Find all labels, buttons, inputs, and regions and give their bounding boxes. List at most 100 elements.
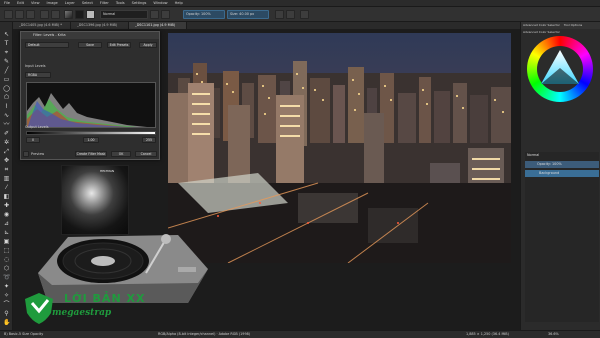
- status-image-size: 1,885 × 1,250 (36.4 MiB): [466, 332, 509, 336]
- assistant-tool-icon[interactable]: ⊿: [3, 220, 10, 227]
- levels-filter-dialog: Filter: Levels - Krita Default Save Edit…: [20, 31, 160, 160]
- undo-button[interactable]: [40, 10, 49, 19]
- layer-blend-mode[interactable]: Normal: [525, 152, 599, 159]
- move-tool-icon[interactable]: ✥: [3, 157, 10, 164]
- pan-tool-icon[interactable]: ✋: [3, 319, 10, 326]
- similar-select-icon[interactable]: ✧: [3, 292, 10, 299]
- measure-tool-icon[interactable]: ⊾: [3, 229, 10, 236]
- tab-advanced-color-selector[interactable]: Advanced Color Selector: [521, 22, 562, 29]
- toolbox: ↖ T ⌖ ✎ ╱ ▭ ◯ ⬠ ⌇ ∿ 〰 ✐ ✲ ⤢ ✥ ⌗ ▥ ⁄ ◧ ✚ …: [0, 22, 13, 330]
- ellipse-tool-icon[interactable]: ◯: [3, 85, 10, 92]
- rectangle-tool-icon[interactable]: ▭: [3, 76, 10, 83]
- freehand-select-icon[interactable]: ➰: [3, 274, 10, 281]
- open-document-button[interactable]: [15, 10, 24, 19]
- freehand-path-icon[interactable]: 〰: [3, 121, 10, 128]
- menu-filter[interactable]: Filter: [100, 1, 109, 5]
- input-gamma-field[interactable]: 1.00: [83, 137, 99, 143]
- color-wheel[interactable]: [527, 36, 593, 102]
- tab-document-2[interactable]: _DSC1396.jpg (4.9 MiB): [71, 22, 129, 29]
- menu-select[interactable]: Select: [82, 1, 93, 5]
- menu-window[interactable]: Window: [153, 1, 167, 5]
- smart-patch-icon[interactable]: ✚: [3, 202, 10, 209]
- status-brush-preset: B) Basic-5 Size Opacity: [4, 332, 44, 336]
- cancel-button[interactable]: Cancel: [135, 151, 157, 157]
- menu-layer[interactable]: Layer: [65, 1, 75, 5]
- zoom-tool-icon[interactable]: ⚲: [3, 310, 10, 317]
- menu-edit[interactable]: Edit: [17, 1, 24, 5]
- input-gradient: [26, 131, 156, 135]
- channel-select[interactable]: RGBA: [25, 72, 51, 78]
- canvas-image[interactable]: [168, 33, 511, 263]
- gradient-icon[interactable]: [64, 10, 73, 19]
- input-max-field[interactable]: 255: [142, 137, 156, 143]
- color-triangle[interactable]: [537, 46, 583, 92]
- new-document-button[interactable]: [4, 10, 13, 19]
- bezier-tool-icon[interactable]: ∿: [3, 112, 10, 119]
- dynamic-brush-icon[interactable]: ✐: [3, 130, 10, 137]
- input-min-field[interactable]: 0: [26, 137, 40, 143]
- opacity-slider[interactable]: Opacity: 100%: [183, 10, 225, 19]
- monitor-caption: HELTMAN: [100, 169, 115, 173]
- status-bar: B) Basic-5 Size Opacity RGB/Alpha (8-bit…: [0, 330, 600, 338]
- bezier-select-icon[interactable]: ⌒: [3, 301, 10, 308]
- output-levels-label: Output Levels: [25, 125, 49, 129]
- layer-row-background[interactable]: Background: [525, 170, 599, 177]
- color-sampler-icon[interactable]: ⁄: [3, 184, 10, 191]
- preserve-alpha-icon[interactable]: [161, 10, 170, 19]
- zoom-level[interactable]: 36.6%: [548, 331, 559, 338]
- menu-settings[interactable]: Settings: [132, 1, 147, 5]
- polyline-tool-icon[interactable]: ⌇: [3, 103, 10, 110]
- colorize-mask-icon[interactable]: ◧: [3, 193, 10, 200]
- eraser-mode-icon[interactable]: [150, 10, 159, 19]
- menu-tools[interactable]: Tools: [116, 1, 125, 5]
- polygon-select-icon[interactable]: ⬡: [3, 265, 10, 272]
- pattern-icon[interactable]: [75, 10, 84, 19]
- menu-file[interactable]: File: [4, 1, 10, 5]
- ok-button[interactable]: OK: [111, 151, 131, 157]
- text-tool-icon[interactable]: T: [3, 40, 10, 47]
- gradient-tool-icon[interactable]: ▥: [3, 175, 10, 182]
- preview-checkbox[interactable]: [23, 151, 29, 157]
- preset-select[interactable]: Default: [25, 42, 69, 48]
- layers-panel: Normal Opacity: 100% Background: [525, 152, 599, 322]
- crop-tool-icon[interactable]: ⌗: [3, 166, 10, 173]
- line-tool-icon[interactable]: ╱: [3, 67, 10, 74]
- save-button[interactable]: [26, 10, 35, 19]
- panel-title: Advanced Color Selector: [523, 30, 560, 34]
- wrap-around-icon[interactable]: [300, 10, 309, 19]
- size-slider[interactable]: Size: 40.00 px: [227, 10, 269, 19]
- brush-preset-icon[interactable]: [86, 10, 95, 19]
- tab-document-3[interactable]: _DSC1101.jpg (4.9 MiB): [129, 22, 187, 29]
- multibrush-icon[interactable]: ✲: [3, 139, 10, 146]
- document-tabs: _DSC1405.jpg (4.6 MiB) * _DSC1396.jpg (4…: [13, 22, 520, 29]
- dialog-title: Filter: Levels - Krita: [21, 32, 159, 39]
- create-filter-mask-button[interactable]: Create Filter Mask: [75, 151, 107, 157]
- apply-preset-button[interactable]: Apply: [139, 42, 157, 48]
- elliptical-select-icon[interactable]: ◌: [3, 256, 10, 263]
- menu-help[interactable]: Help: [175, 1, 183, 5]
- tab-document-1[interactable]: _DSC1405.jpg (4.6 MiB) *: [13, 22, 71, 29]
- blend-mode-select[interactable]: Normal: [100, 10, 148, 19]
- transform-tool-icon[interactable]: ⤢: [3, 148, 10, 155]
- save-preset-button[interactable]: Save: [78, 42, 102, 48]
- edit-presets-button[interactable]: Edit Presets: [107, 42, 131, 48]
- input-levels-label: Input Levels: [25, 64, 46, 68]
- mirror-horizontal-icon[interactable]: [275, 10, 284, 19]
- contiguous-select-icon[interactable]: ✦: [3, 283, 10, 290]
- watermark-logo: LỚI BẢN XX megaestrap: [22, 291, 152, 325]
- reference-images-icon[interactable]: ▣: [3, 238, 10, 245]
- mirror-vertical-icon[interactable]: [286, 10, 295, 19]
- menu-image[interactable]: Image: [47, 1, 58, 5]
- layer-opacity-slider[interactable]: Opacity: 100%: [525, 161, 599, 168]
- polygon-tool-icon[interactable]: ⬠: [3, 94, 10, 101]
- fill-tool-icon[interactable]: ◉: [3, 211, 10, 218]
- tab-tool-options[interactable]: Tool Options: [562, 22, 584, 29]
- rectangular-select-icon[interactable]: ⬚: [3, 247, 10, 254]
- watermark-text-secondary: megaestrap: [52, 308, 112, 318]
- redo-button[interactable]: [51, 10, 60, 19]
- edit-shapes-icon[interactable]: ⌖: [3, 49, 10, 56]
- freehand-brush-icon[interactable]: ✎: [3, 58, 10, 65]
- histogram: [26, 82, 156, 128]
- menu-view[interactable]: View: [31, 1, 40, 5]
- select-shapes-icon[interactable]: ↖: [3, 31, 10, 38]
